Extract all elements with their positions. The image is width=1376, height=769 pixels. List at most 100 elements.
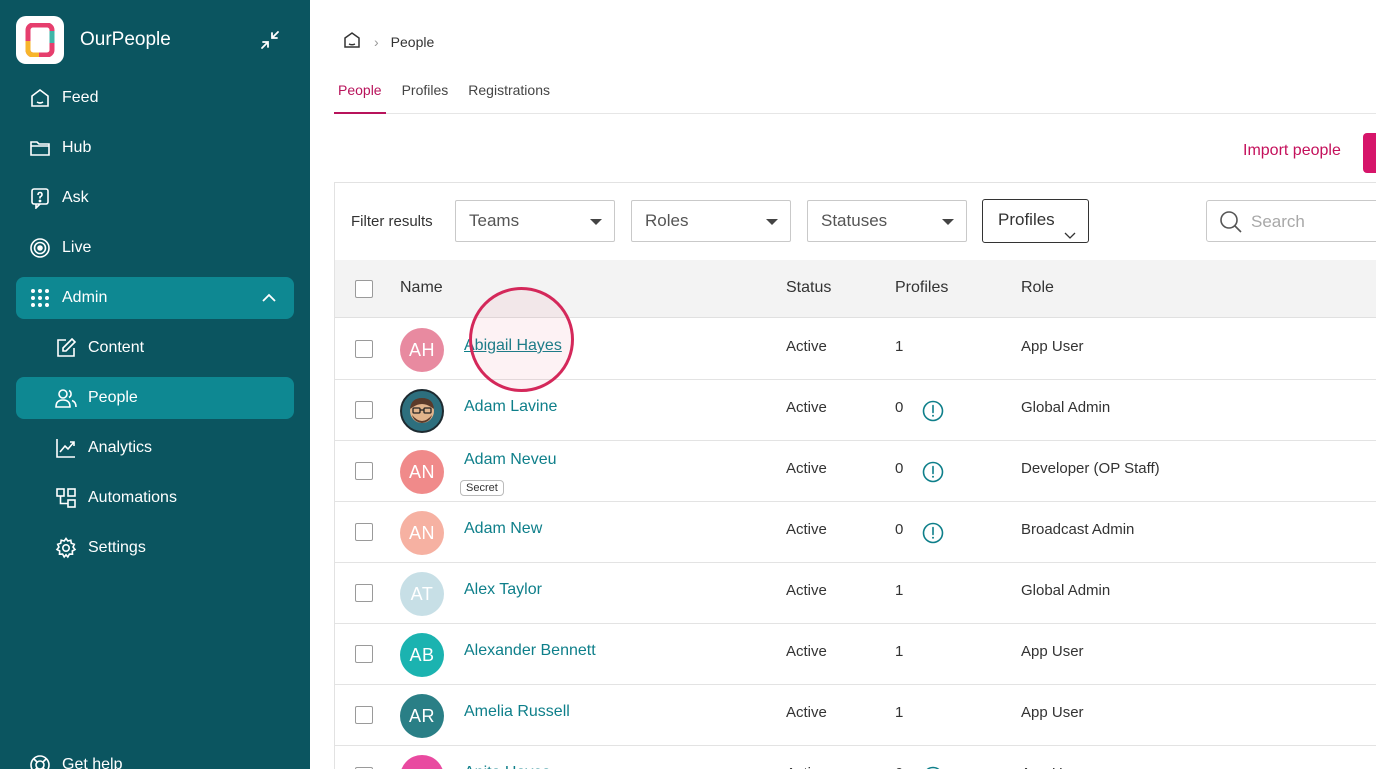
- row-checkbox[interactable]: [355, 462, 373, 480]
- profiles-count-cell: 1: [895, 582, 904, 599]
- main-content: › People People Profiles Registrations I…: [310, 0, 1376, 769]
- column-status[interactable]: Status: [786, 279, 831, 297]
- chart-line-icon: [54, 436, 78, 460]
- role-cell: Developer (OP Staff): [1021, 460, 1160, 477]
- person-name-link[interactable]: Amelia Russell: [464, 703, 570, 721]
- sidebar-item-label: Analytics: [88, 439, 153, 456]
- get-help-link[interactable]: Get help: [16, 744, 294, 769]
- tab-profiles[interactable]: Profiles: [398, 70, 453, 114]
- avatar: AN: [400, 450, 444, 494]
- status-cell: Active: [786, 338, 827, 355]
- get-help-label: Get help: [62, 756, 123, 769]
- sidebar-item-label: Ask: [62, 189, 89, 206]
- sidebar-item-ask[interactable]: Ask: [16, 177, 294, 219]
- sidebar-item-live[interactable]: Live: [16, 227, 294, 269]
- column-role[interactable]: Role: [1021, 279, 1054, 297]
- table-row[interactable]: AN Adam New Active 0 Broadcast Admin: [335, 502, 1376, 563]
- table-row[interactable]: AN Adam Neveu Secret Active 0 Developer (OP S…: [335, 441, 1376, 502]
- role-cell: Broadcast Admin: [1021, 521, 1135, 538]
- role-cell: Global Admin: [1021, 582, 1111, 599]
- app-name: OurPeople: [80, 29, 171, 50]
- roles-select[interactable]: Roles: [631, 200, 791, 242]
- search-input[interactable]: [1251, 209, 1376, 235]
- select-all-checkbox[interactable]: [355, 280, 373, 298]
- table-row[interactable]: AH Abigail Hayes Active 1 App User: [335, 319, 1376, 380]
- statuses-select-value: Statuses: [821, 211, 888, 230]
- table-row[interactable]: AT Alex Taylor Active 1 Global Admin: [335, 563, 1376, 624]
- sidebar-item-people[interactable]: People: [16, 377, 294, 419]
- caret-down-icon: [766, 219, 778, 225]
- profiles-count-cell: 1: [895, 704, 904, 721]
- table-row[interactable]: AB Alexander Bennett Active 1 App User: [335, 624, 1376, 685]
- person-name-link[interactable]: Alex Taylor: [464, 581, 542, 599]
- column-name[interactable]: Name: [400, 279, 443, 297]
- import-people-link[interactable]: Import people: [1243, 142, 1341, 160]
- avatar: AH: [400, 755, 444, 769]
- row-checkbox[interactable]: [355, 401, 373, 419]
- tab-registrations[interactable]: Registrations: [464, 70, 554, 114]
- edit-icon: [54, 336, 78, 360]
- person-name-link[interactable]: Adam Lavine: [464, 398, 557, 416]
- sidebar-item-label: Live: [62, 239, 92, 256]
- row-checkbox[interactable]: [355, 584, 373, 602]
- collapse-sidebar-icon[interactable]: [258, 28, 282, 52]
- avatar-initials: AN: [408, 461, 435, 482]
- people-panel: Filter results Teams Roles Statuses Prof…: [334, 182, 1376, 769]
- sidebar-item-content[interactable]: Content: [16, 327, 294, 369]
- home-icon[interactable]: [342, 30, 362, 53]
- row-checkbox[interactable]: [355, 340, 373, 358]
- chevron-up-icon[interactable]: [260, 289, 278, 307]
- row-checkbox[interactable]: [355, 706, 373, 724]
- grid-dots-icon: [28, 286, 52, 310]
- profiles-count-cell: 0: [895, 460, 904, 477]
- alert-icon[interactable]: [922, 400, 944, 422]
- person-name-link[interactable]: Anita Hayes: [464, 764, 550, 769]
- question-bubble-icon: [28, 186, 52, 210]
- caret-down-icon: [942, 219, 954, 225]
- row-checkbox[interactable]: [355, 645, 373, 663]
- row-checkbox[interactable]: [355, 523, 373, 541]
- person-name-link[interactable]: Alexander Bennett: [464, 642, 596, 660]
- person-name-link[interactable]: Adam New: [464, 520, 542, 538]
- table-row[interactable]: AH Anita Hayes Active 0 App User: [335, 746, 1376, 769]
- statuses-select[interactable]: Statuses: [807, 200, 967, 242]
- breadcrumb-current: People: [390, 33, 435, 50]
- person-name-link[interactable]: Abigail Hayes: [464, 337, 562, 355]
- sidebar-item-automations[interactable]: Automations: [16, 477, 294, 519]
- avatar: AB: [400, 633, 444, 677]
- column-profiles[interactable]: Profiles: [895, 279, 948, 297]
- brand: OurPeople: [16, 16, 294, 64]
- teams-select[interactable]: Teams: [455, 200, 615, 242]
- secret-badge: Secret: [460, 480, 504, 496]
- chevron-down-icon: [1064, 216, 1076, 239]
- avatar-initials: AN: [408, 522, 435, 543]
- alert-icon[interactable]: [922, 461, 944, 483]
- alert-icon[interactable]: [922, 522, 944, 544]
- status-cell: Active: [786, 521, 827, 538]
- app-logo[interactable]: [16, 16, 64, 64]
- table-row[interactable]: Adam Lavine Active 0 Global Admin: [335, 380, 1376, 441]
- add-person-button[interactable]: [1363, 133, 1376, 173]
- sidebar-item-label: Automations: [88, 489, 177, 506]
- tab-people[interactable]: People: [334, 70, 386, 114]
- sidebar-item-feed[interactable]: Feed: [16, 77, 294, 119]
- status-cell: Active: [786, 643, 827, 660]
- table-row[interactable]: AR Amelia Russell Active 1 App User: [335, 685, 1376, 746]
- sidebar-item-analytics[interactable]: Analytics: [16, 427, 294, 469]
- person-name-link[interactable]: Adam Neveu: [464, 451, 557, 469]
- profiles-count-cell: 0: [895, 765, 903, 769]
- sidebar-item-hub[interactable]: Hub: [16, 127, 294, 169]
- profiles-filter-button[interactable]: Profiles: [982, 199, 1089, 243]
- avatar: [400, 389, 444, 433]
- sidebar-item-settings[interactable]: Settings: [16, 527, 294, 569]
- filter-label: Filter results: [351, 213, 433, 230]
- sidebar-item-admin[interactable]: Admin: [16, 277, 294, 319]
- avatar-initials: AR: [408, 705, 435, 726]
- avatar: AR: [400, 694, 444, 738]
- live-target-icon: [28, 236, 52, 260]
- profiles-count-cell: 1: [895, 643, 904, 660]
- sidebar-item-label: People: [88, 389, 138, 406]
- profiles-filter-label: Profiles: [998, 210, 1055, 229]
- avatar: AH: [400, 328, 444, 372]
- table-header: Name Status Profiles Role: [335, 260, 1376, 318]
